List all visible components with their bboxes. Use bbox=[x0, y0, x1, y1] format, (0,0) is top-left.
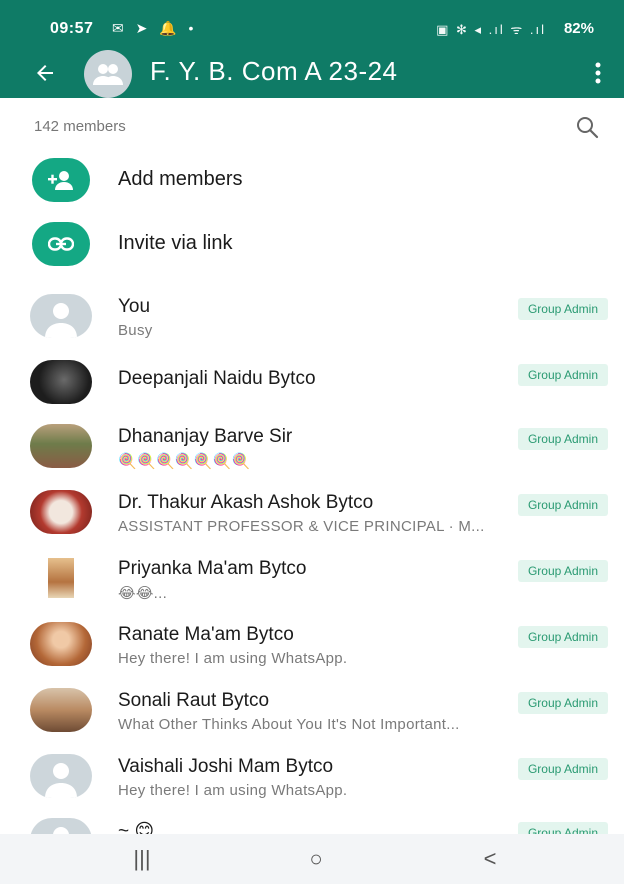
member-row[interactable]: Dhananjay Barve Sir 🍭🍭🍭🍭🍭🍭🍭 Group Admin bbox=[0, 420, 624, 482]
search-icon[interactable] bbox=[572, 112, 606, 146]
group-admin-badge: Group Admin bbox=[517, 428, 608, 450]
member-name: Sonali Raut Bytco bbox=[118, 690, 270, 711]
add-members-label: Add members bbox=[118, 168, 243, 190]
member-name: Ranate Ma'am Bytco bbox=[118, 624, 294, 645]
invite-via-link-label: Invite via link bbox=[118, 232, 233, 254]
avatar bbox=[30, 360, 92, 404]
member-status: Busy bbox=[118, 322, 153, 339]
group-title[interactable]: F. Y. B. Com A 23-24 bbox=[150, 56, 398, 87]
group-admin-badge: Group Admin bbox=[517, 692, 608, 714]
member-status: 🍭🍭🍭🍭🍭🍭🍭 bbox=[118, 453, 251, 470]
group-admin-badge: Group Admin bbox=[517, 298, 608, 320]
recents-icon[interactable]: ||| bbox=[122, 844, 162, 874]
member-status: 😂😂... bbox=[118, 585, 168, 602]
group-admin-badge: Group Admin bbox=[517, 758, 608, 780]
battery-level: 82% bbox=[563, 20, 594, 37]
member-name: Vaishali Joshi Mam Bytco bbox=[118, 756, 334, 777]
member-name: Priyanka Ma'am Bytco bbox=[118, 558, 307, 579]
member-name: Dr. Thakur Akash Ashok Bytco bbox=[118, 492, 374, 513]
member-row[interactable]: Ranate Ma'am Bytco Hey there! I am using… bbox=[0, 618, 624, 680]
group-icon bbox=[93, 64, 123, 85]
avatar bbox=[30, 754, 92, 798]
member-row[interactable]: Dr. Thakur Akash Ashok Bytco ASSISTANT P… bbox=[0, 486, 624, 548]
avatar bbox=[30, 688, 92, 732]
members-header: 142 members bbox=[0, 110, 624, 146]
arrow-left-icon[interactable] bbox=[28, 56, 62, 90]
invite-via-link-button[interactable]: Invite via link bbox=[0, 214, 624, 274]
member-row[interactable]: Sonali Raut Bytco What Other Thinks Abou… bbox=[0, 684, 624, 746]
avatar bbox=[30, 622, 92, 666]
members-count: 142 members bbox=[34, 118, 126, 135]
avatar bbox=[30, 490, 92, 534]
status-bar: 09:57 ✉ ➤ 🔔 • ▣ ✻ ◂ .ıl ᯤ .ıl 82% bbox=[0, 14, 624, 44]
member-row[interactable]: Priyanka Ma'am Bytco 😂😂... Group Admin bbox=[0, 552, 624, 614]
member-status: Hey there! I am using WhatsApp. bbox=[118, 650, 348, 667]
member-row[interactable]: Vaishali Joshi Mam Bytco Hey there! I am… bbox=[0, 750, 624, 812]
notification-icons: ✉ ➤ 🔔 • bbox=[112, 20, 198, 36]
member-row[interactable]: You Busy Group Admin bbox=[0, 290, 624, 352]
app-bar: 09:57 ✉ ➤ 🔔 • ▣ ✻ ◂ .ıl ᯤ .ıl 82% F. Y. … bbox=[0, 0, 624, 98]
add-members-button[interactable]: Add members bbox=[0, 150, 624, 210]
group-admin-badge: Group Admin bbox=[517, 494, 608, 516]
system-nav-bar: ||| ○ < bbox=[0, 834, 624, 884]
toolbar: F. Y. B. Com A 23-24 bbox=[0, 48, 624, 98]
member-status: What Other Thinks About You It's Not Imp… bbox=[118, 716, 460, 733]
link-icon bbox=[32, 222, 90, 266]
member-name: You bbox=[118, 296, 151, 317]
member-status: Hey there! I am using WhatsApp. bbox=[118, 782, 348, 799]
group-admin-badge: Group Admin bbox=[517, 364, 608, 386]
nav-back-icon[interactable]: < bbox=[470, 844, 510, 874]
group-admin-badge: Group Admin bbox=[517, 560, 608, 582]
avatar bbox=[30, 424, 92, 468]
member-status: ASSISTANT PROFESSOR & VICE PRINCIPAL · M… bbox=[118, 518, 485, 535]
member-name: Deepanjali Naidu Bytco bbox=[118, 368, 316, 389]
group-avatar[interactable] bbox=[84, 50, 132, 98]
home-icon[interactable]: ○ bbox=[296, 844, 336, 874]
add-person-icon bbox=[32, 158, 90, 202]
avatar bbox=[30, 556, 92, 600]
group-admin-badge: Group Admin bbox=[517, 626, 608, 648]
member-name: Dhananjay Barve Sir bbox=[118, 426, 293, 447]
status-time: 09:57 bbox=[50, 20, 94, 37]
member-row[interactable]: Deepanjali Naidu Bytco Group Admin bbox=[0, 356, 624, 418]
system-icons: ▣ ✻ ◂ .ıl ᯤ .ıl bbox=[436, 22, 546, 37]
more-vertical-icon[interactable] bbox=[588, 56, 608, 90]
avatar bbox=[30, 294, 92, 338]
